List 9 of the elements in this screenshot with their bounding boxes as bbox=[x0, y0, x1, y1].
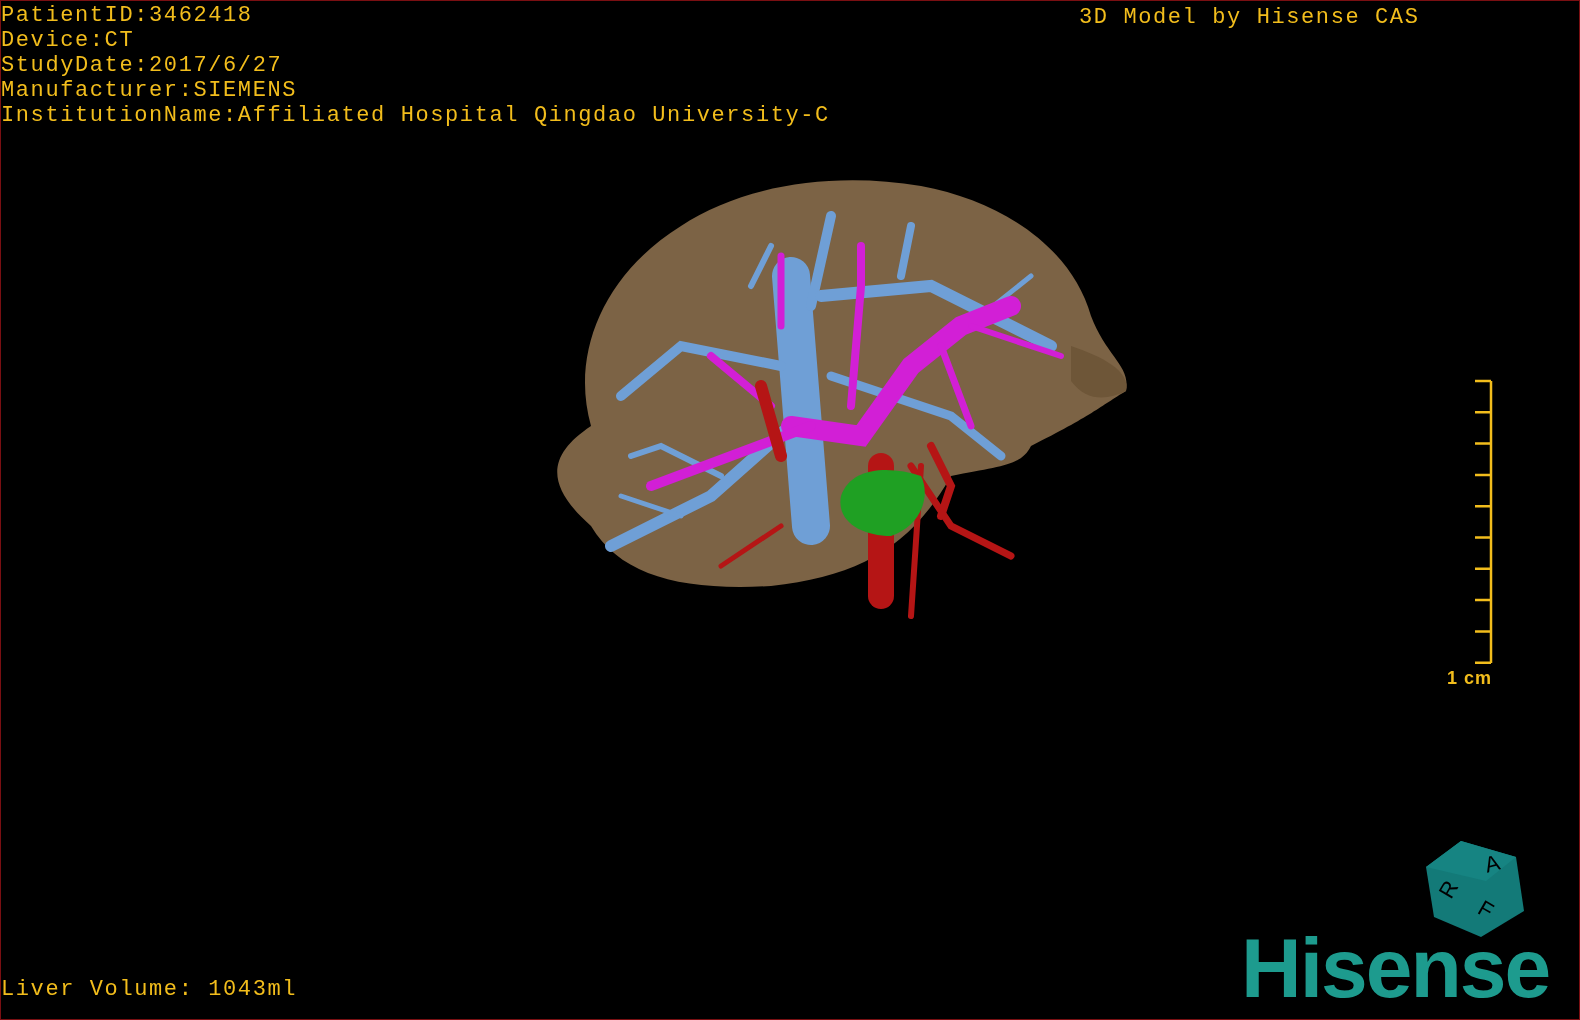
info-line: StudyDate:2017/6/27 bbox=[1, 53, 283, 78]
info-line: InstitutionName:Affiliated Hospital Qingdao University-C bbox=[1, 103, 830, 128]
viewer-title: 3D Model by Hisense CAS bbox=[1079, 5, 1420, 30]
scale-label: 1 cm bbox=[1447, 667, 1493, 690]
info-line: Device:CT bbox=[1, 28, 135, 53]
info-line: PatientID:3462418 bbox=[1, 3, 253, 28]
info-line: Manufacturer:SIEMENS bbox=[1, 78, 298, 103]
orientation-cube[interactable]: R A F bbox=[1426, 839, 1526, 939]
liver-volume-text: Liver Volume: 1043ml bbox=[1, 977, 298, 1002]
